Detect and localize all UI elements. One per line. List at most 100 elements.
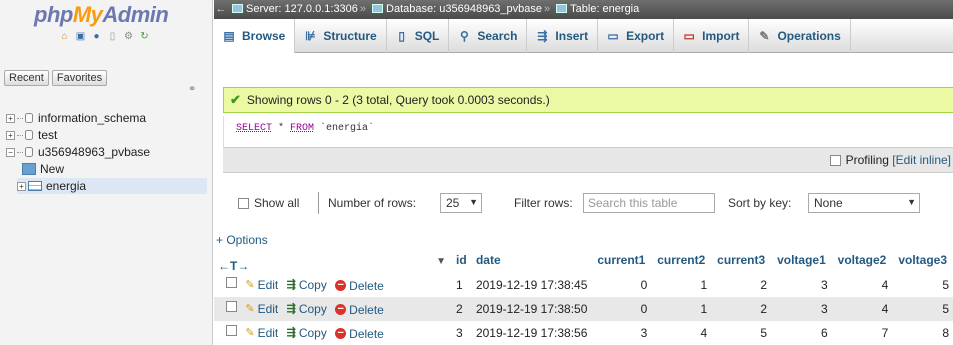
expand-icon[interactable]: + [6, 130, 15, 140]
copy-button[interactable]: ⇶ Copy [287, 278, 327, 292]
copy-icon: ⇶ [286, 303, 296, 316]
tree-connector [17, 151, 23, 153]
cell-current1[interactable]: 0 [591, 273, 652, 297]
column-header-date[interactable]: date [471, 247, 592, 273]
tab-structure[interactable]: ⊯ Structure [295, 18, 387, 53]
sql-query-text[interactable]: SELECT * FROM `energia` [236, 123, 374, 134]
edit-button[interactable]: ✎ Edit [245, 278, 278, 292]
filter-rows-input[interactable]: Search this table [583, 193, 715, 213]
column-header-voltage1[interactable]: voltage1 [771, 247, 832, 273]
cell-voltage2[interactable]: 4 [831, 273, 893, 297]
delete-label: Delete [349, 302, 384, 317]
tree-item-label[interactable]: energia [46, 178, 86, 194]
cell-current2[interactable]: 1 [651, 297, 712, 321]
main-panel: ← Server: 127.0.0.1:3306» Database: u35694… [214, 0, 953, 345]
column-header-current2[interactable]: current2 [651, 247, 712, 273]
cell-current3[interactable]: 2 [711, 273, 772, 297]
row-checkbox[interactable] [226, 277, 237, 289]
show-all-checkbox[interactable] [238, 197, 249, 209]
breadcrumb-server[interactable]: Server: 127.0.0.1:3306 [246, 3, 358, 15]
delete-button[interactable]: − Delete [335, 327, 384, 341]
edit-inline-link[interactable]: [Edit inline] [892, 153, 951, 167]
expand-icon[interactable]: + [17, 181, 26, 191]
cell-current3[interactable]: 2 [711, 297, 772, 321]
profiling-checkbox[interactable] [829, 154, 841, 166]
rows-per-page-select[interactable]: 25 ▼ [440, 193, 482, 213]
pencil-icon: ✎ [245, 327, 255, 340]
phpmyadmin-logo[interactable]: phpMyAdmin [34, 2, 169, 28]
cell-id[interactable]: 2 [452, 297, 472, 321]
row-checkbox[interactable] [226, 325, 237, 337]
row-checkbox[interactable] [226, 301, 237, 313]
tree-item-label[interactable]: u356948963_pvbase [38, 144, 150, 160]
help-icon[interactable]: ● [90, 30, 103, 42]
cell-date[interactable]: 2019-12-19 17:38:45 [471, 273, 592, 297]
copy-label: Copy [298, 325, 327, 340]
cell-current3[interactable]: 5 [711, 321, 772, 345]
tree-item-energia[interactable]: + energia [17, 178, 207, 194]
cell-voltage3[interactable]: 5 [892, 273, 953, 297]
cell-voltage2[interactable]: 4 [831, 297, 893, 321]
delete-icon: − [335, 304, 347, 316]
delete-label: Delete [349, 278, 384, 293]
cell-voltage3[interactable]: 8 [892, 321, 953, 345]
tab-export[interactable]: ▭ Export [598, 18, 675, 53]
tree-item-information-schema[interactable]: + information_schema [6, 110, 146, 126]
column-header-id[interactable]: id [452, 247, 472, 273]
edit-button[interactable]: ✎ Edit [245, 302, 278, 316]
copy-button[interactable]: ⇶ Copy [287, 326, 327, 340]
copy-button[interactable]: ⇶ Copy [287, 302, 327, 316]
cell-current1[interactable]: 0 [591, 297, 652, 321]
cell-voltage3[interactable]: 5 [892, 297, 953, 321]
tree-item-label[interactable]: test [38, 127, 57, 143]
expand-icon[interactable]: + [6, 113, 15, 123]
tree-item-label[interactable]: information_schema [38, 110, 146, 126]
delete-button[interactable]: − Delete [335, 303, 384, 317]
tab-search[interactable]: ⚲ Search [449, 18, 528, 53]
check-icon: ✔ [230, 92, 241, 107]
docs-icon[interactable]: ▯ [106, 30, 119, 42]
tab-insert[interactable]: ⇶ Insert [527, 18, 599, 53]
column-header-current3[interactable]: current3 [711, 247, 772, 273]
column-header-voltage3[interactable]: voltage3 [892, 247, 953, 273]
column-arrows[interactable]: ←T→ [218, 259, 249, 273]
cell-voltage1[interactable]: 6 [771, 321, 832, 345]
tab-recent[interactable]: Recent [4, 70, 49, 86]
breadcrumb-database[interactable]: Database: u356948963_pvbase [386, 3, 542, 15]
tab-import[interactable]: ▭ Import [674, 18, 750, 53]
link-icon[interactable]: ⚭ [188, 84, 196, 95]
cell-date[interactable]: 2019-12-19 17:38:50 [471, 297, 592, 321]
tab-favorites[interactable]: Favorites [51, 70, 108, 86]
sort-by-key-select[interactable]: None ▼ [808, 193, 920, 213]
breadcrumb-table[interactable]: Table: energia [570, 3, 639, 15]
cell-voltage2[interactable]: 7 [831, 321, 893, 345]
tree-item-label[interactable]: New [40, 161, 64, 177]
tab-browse[interactable]: ▤ Browse [214, 18, 296, 53]
column-header-voltage2[interactable]: voltage2 [831, 247, 893, 273]
tree-item-test[interactable]: + test [6, 127, 57, 143]
sort-dropdown-icon[interactable]: ▼ [430, 247, 452, 273]
options-link[interactable]: + Options [216, 233, 268, 247]
exit-icon[interactable]: ▣ [74, 30, 87, 42]
tree-item-u356948963-pvbase[interactable]: − u356948963_pvbase [6, 144, 150, 160]
edit-label: Edit [257, 277, 279, 292]
tree-item-new-table[interactable]: New [22, 161, 64, 177]
delete-button[interactable]: − Delete [335, 279, 384, 293]
cell-date[interactable]: 2019-12-19 17:38:56 [471, 321, 592, 345]
tab-operations[interactable]: ✎ Operations [749, 18, 851, 53]
cell-voltage1[interactable]: 3 [771, 297, 832, 321]
collapse-icon[interactable]: − [6, 147, 15, 157]
cell-current2[interactable]: 4 [651, 321, 712, 345]
reload-icon[interactable]: ↻ [138, 30, 151, 42]
settings-icon[interactable]: ⚙ [122, 30, 135, 42]
column-header-current1[interactable]: current1 [591, 247, 652, 273]
edit-button[interactable]: ✎ Edit [245, 326, 278, 340]
cell-voltage1[interactable]: 3 [771, 273, 832, 297]
cell-current2[interactable]: 1 [651, 273, 712, 297]
home-icon[interactable]: ⌂ [58, 30, 71, 42]
cell-current1[interactable]: 3 [591, 321, 652, 345]
cell-id[interactable]: 1 [452, 273, 472, 297]
collapse-nav-icon[interactable]: ← [214, 0, 228, 19]
cell-id[interactable]: 3 [452, 321, 472, 345]
tab-sql[interactable]: ▯ SQL [387, 18, 450, 53]
